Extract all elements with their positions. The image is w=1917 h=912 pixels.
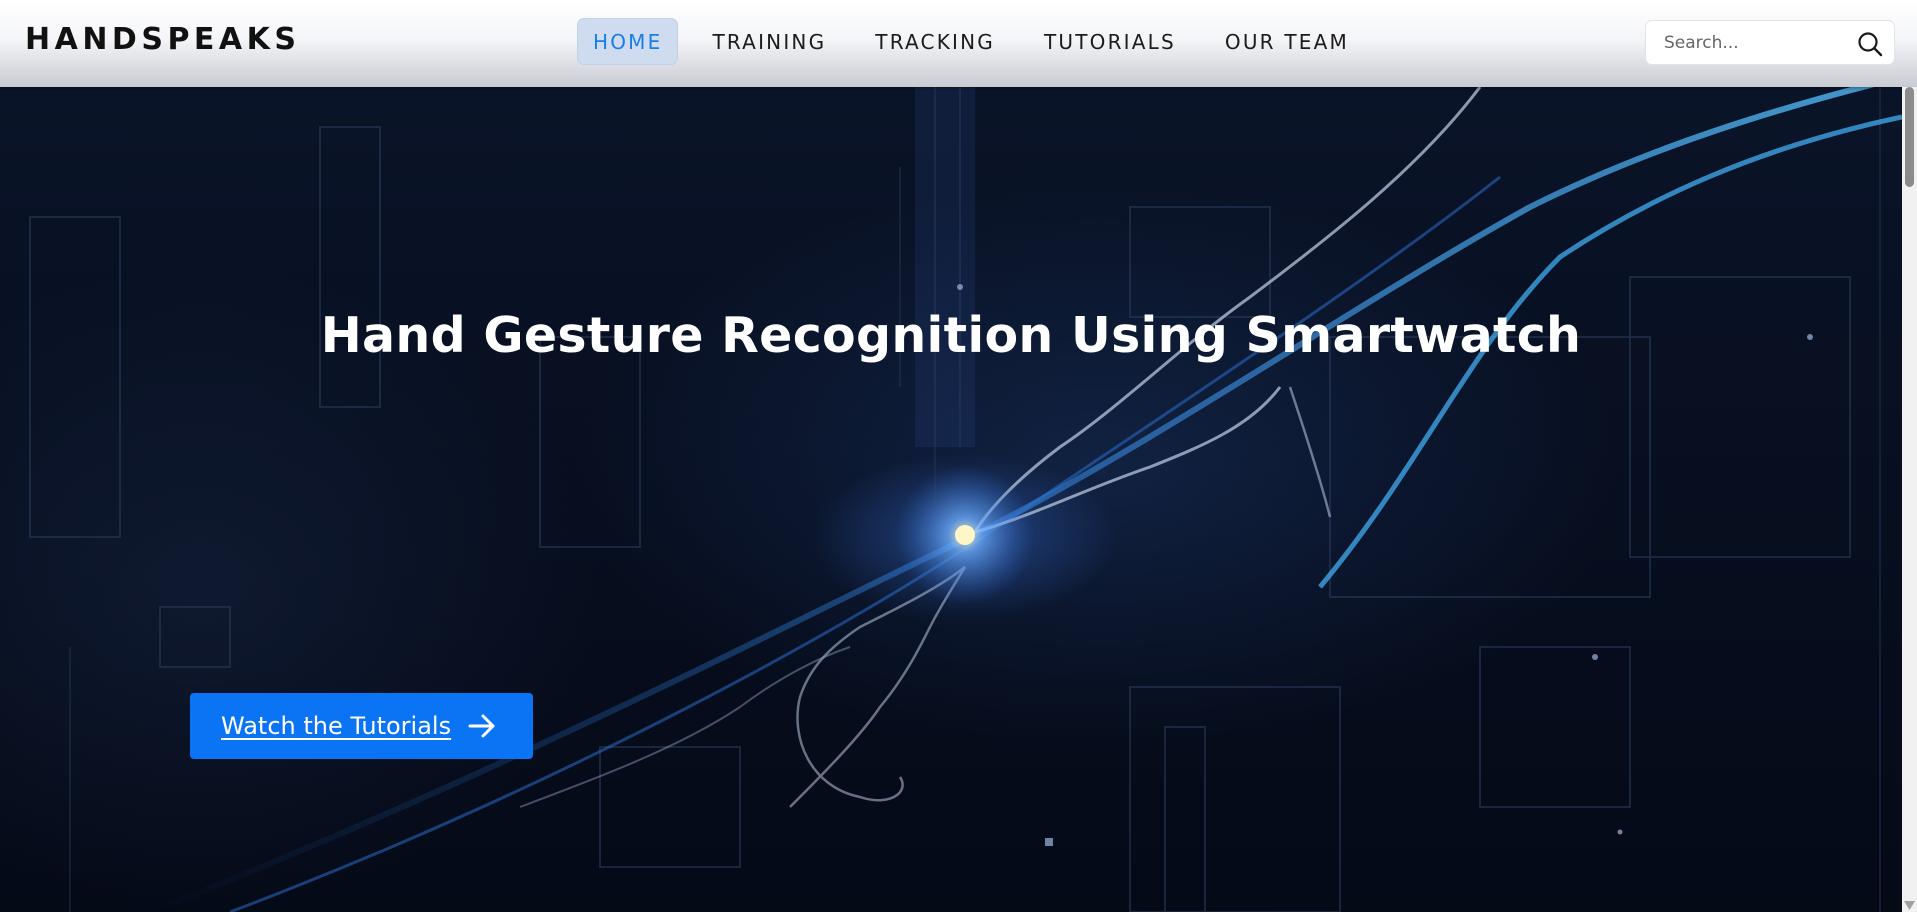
hero-title: Hand Gesture Recognition Using Smartwatc… [320,307,1582,364]
search-box [1645,20,1895,65]
top-navbar: HANDSPEAKS HOME TRAINING TRACKING TUTORI… [0,0,1917,87]
page-scrollbar[interactable] [1902,87,1917,912]
watch-tutorials-label: Watch the Tutorials [221,712,452,740]
nav-item-our-team[interactable]: OUR TEAM [1210,18,1364,65]
watch-tutorials-button[interactable]: Watch the Tutorials [190,693,533,759]
search-input[interactable] [1664,22,1854,63]
nav-item-tracking[interactable]: TRACKING [860,18,1010,65]
brand-logo[interactable]: HANDSPEAKS [25,22,301,57]
scroll-down-arrow-icon[interactable] [1904,901,1915,910]
hero-section: Hand Gesture Recognition Using Smartwatc… [0,87,1902,912]
nav-item-tutorials[interactable]: TUTORIALS [1029,18,1191,65]
search-icon[interactable] [1856,30,1884,58]
hero-background-image [29,87,1902,912]
nav-item-training[interactable]: TRAINING [697,18,841,65]
scrollbar-thumb[interactable] [1905,87,1914,187]
main-nav: HOME TRAINING TRACKING TUTORIALS OUR TEA… [577,18,1383,65]
arrow-right-icon [468,714,495,738]
nav-item-home[interactable]: HOME [577,18,679,65]
